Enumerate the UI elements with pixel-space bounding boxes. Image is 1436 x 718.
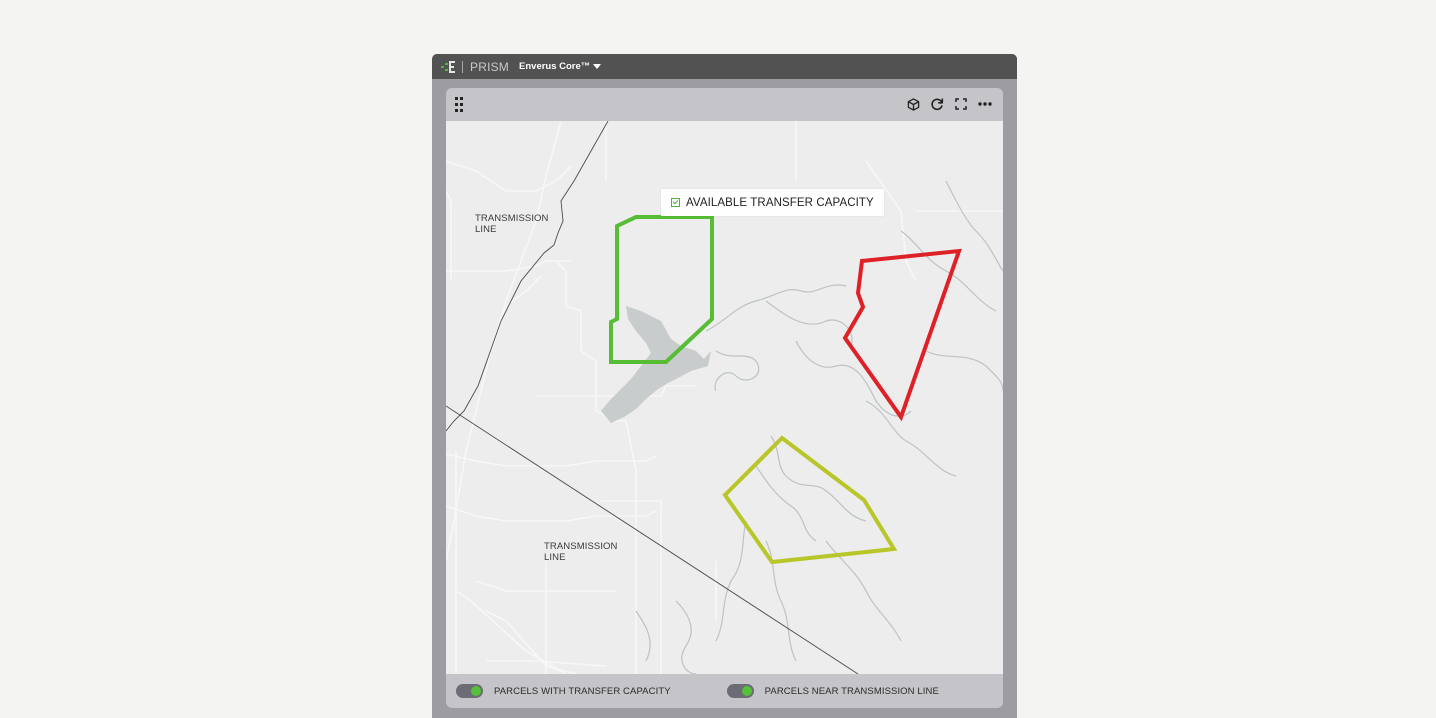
parcel-layer: [609, 215, 962, 565]
label-line: TRANSMISSION: [544, 541, 618, 552]
fullscreen-button[interactable]: [953, 96, 969, 112]
parcel-tooltip: AVAILABLE TRANSFER CAPACITY: [661, 189, 884, 216]
refresh-icon: [931, 98, 944, 111]
toggle-label: PARCELS NEAR TRANSMISSION LINE: [764, 685, 939, 697]
transmission-line-label: TRANSMISSION LINE: [475, 213, 549, 235]
more-options-button[interactable]: [977, 96, 993, 112]
brand-name: PRISM: [470, 59, 510, 74]
top-bar: PRISM Enverus Core™: [432, 54, 1017, 79]
drag-handle-icon[interactable]: [455, 97, 465, 113]
toggle-label: PARCELS WITH TRANSFER CAPACITY: [494, 685, 671, 697]
map-widget: TRANSMISSION LINE TRANSMISSION LINE AVAI…: [446, 88, 1003, 708]
parcel-high-risk[interactable]: [842, 248, 962, 422]
toggle-knob: [741, 686, 752, 696]
toggle-knob: [471, 686, 481, 696]
tooltip-label: AVAILABLE TRANSFER CAPACITY: [686, 196, 874, 209]
parcel-near-transmission-line[interactable]: [722, 435, 898, 565]
label-line: TRANSMISSION: [475, 213, 549, 224]
more-icon: [978, 102, 992, 106]
map-canvas[interactable]: TRANSMISSION LINE TRANSMISSION LINE AVAI…: [446, 121, 1003, 674]
widget-header: [446, 88, 1003, 121]
enverus-logo-icon[interactable]: [441, 60, 457, 74]
transmission-line-label: TRANSMISSION LINE: [544, 541, 618, 563]
label-line: LINE: [544, 552, 566, 563]
refresh-button[interactable]: [929, 96, 945, 112]
toggle-switch[interactable]: [726, 684, 754, 698]
toggle-switch[interactable]: [456, 684, 483, 698]
product-name: Enverus Core™: [519, 61, 591, 72]
label-line: LINE: [475, 224, 497, 235]
cube-view-button[interactable]: [905, 96, 921, 112]
brand-divider: [462, 60, 463, 73]
caret-down-icon: [593, 64, 602, 69]
toggle-transfer-capacity[interactable]: PARCELS WITH TRANSFER CAPACITY: [456, 684, 671, 698]
fullscreen-icon: [955, 98, 967, 110]
app-window: PRISM Enverus Core™ TRANSMISSION LINE TR…: [432, 54, 1017, 718]
product-menu[interactable]: Enverus Core™: [519, 61, 602, 72]
checkbox-checked-icon: [671, 198, 680, 207]
terrain-streams: [635, 180, 1003, 674]
header-tools: [905, 96, 993, 112]
toggle-near-transmission-line[interactable]: PARCELS NEAR TRANSMISSION LINE: [726, 684, 939, 698]
reservoir: [601, 306, 711, 423]
widget-footer: PARCELS WITH TRANSFER CAPACITY PARCELS N…: [446, 674, 1003, 708]
cube-icon: [907, 97, 919, 111]
